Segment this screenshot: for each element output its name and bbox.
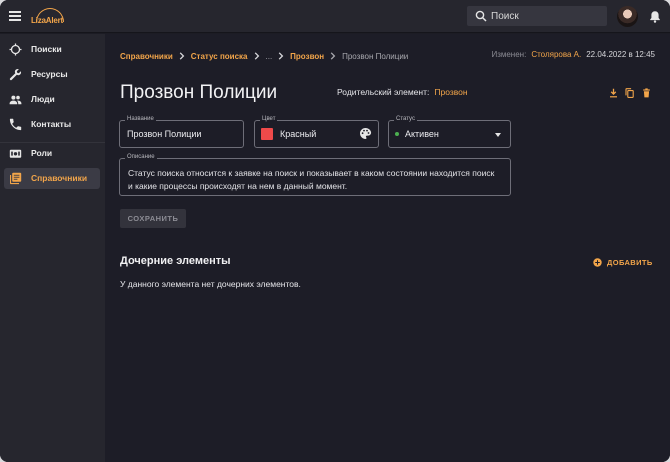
sidebar-item-label: Контакты: [31, 119, 72, 129]
add-child-label: ДОБАВИТЬ: [607, 257, 653, 267]
delete-icon[interactable]: [642, 88, 651, 98]
search-icon: [475, 10, 487, 22]
change-info: Изменен: Столярова А. 22.04.2022 в 12:45: [491, 50, 655, 59]
status-select[interactable]: Статус Активен: [388, 116, 511, 148]
people-icon: [9, 95, 22, 105]
sidebar-item-searches[interactable]: Поиски: [4, 39, 100, 60]
description-text[interactable]: Статус поиска относится к заявке на поис…: [128, 167, 498, 193]
caret-down-icon[interactable]: [495, 133, 501, 137]
name-field-label: Название: [125, 116, 156, 122]
sidebar-item-label: Справочники: [31, 173, 88, 183]
color-swatch: [261, 128, 273, 140]
sidebar-item-roles[interactable]: Роли: [4, 143, 100, 164]
logo[interactable]: LizaAlert: [30, 6, 70, 28]
changed-by-link[interactable]: Столярова А.: [531, 50, 581, 59]
breadcrumb-current: Прозвон Полиции: [342, 51, 409, 61]
description-field-label: Описание: [125, 154, 157, 160]
breadcrumb-item[interactable]: Справочники: [120, 52, 173, 61]
breadcrumb-ellipsis[interactable]: ...: [266, 52, 273, 61]
sidebar-item-people[interactable]: Люди: [4, 89, 100, 110]
palette-icon[interactable]: [359, 127, 372, 140]
sidebar-item-dictionaries[interactable]: Справочники: [4, 168, 100, 189]
app-window: LizaAlert Поиски Ресурсы Люди Контакты: [0, 0, 670, 462]
status-dot: [395, 132, 399, 136]
sidebar-item-label: Роли: [31, 148, 53, 158]
breadcrumb: Справочники Статус поиска ... Прозвон Пр…: [120, 50, 408, 62]
avatar[interactable]: [617, 6, 638, 27]
breadcrumb-item[interactable]: Прозвон: [290, 52, 324, 61]
sidebar: Поиски Ресурсы Люди Контакты Роли Справо…: [0, 34, 105, 462]
sidebar-item-contacts[interactable]: Контакты: [4, 114, 100, 135]
color-field-label: Цвет: [260, 116, 278, 122]
add-child-button[interactable]: ДОБАВИТЬ: [593, 256, 653, 268]
sidebar-item-label: Ресурсы: [31, 69, 68, 79]
library-icon: [10, 172, 22, 185]
bell-icon[interactable]: [649, 10, 661, 23]
status-field-value: Активен: [405, 129, 439, 139]
name-field-value[interactable]: Прозвон Полиции: [127, 129, 201, 139]
status-field-label: Статус: [394, 116, 417, 122]
top-bar: LizaAlert: [0, 0, 670, 33]
children-empty-text: У данного элемента нет дочерних элементо…: [120, 279, 301, 289]
copy-icon[interactable]: [625, 88, 634, 98]
menu-icon[interactable]: [9, 11, 21, 21]
color-field-value: Красный: [280, 129, 317, 139]
phone-icon: [9, 118, 22, 131]
search-box[interactable]: [467, 6, 607, 26]
badge-icon: [9, 149, 22, 158]
page-title: Прозвон Полиции: [120, 82, 278, 103]
sidebar-item-label: Люди: [31, 94, 55, 104]
save-button[interactable]: СОХРАНИТЬ: [120, 209, 186, 228]
search-input[interactable]: [491, 8, 601, 24]
changed-at: 22.04.2022 в 12:45: [586, 50, 655, 59]
parent-label: Родительский элемент:: [337, 87, 430, 97]
sidebar-item-label: Поиски: [31, 44, 62, 54]
parent-element: Родительский элемент: Прозвон: [337, 87, 468, 97]
chevron-right-icon: [330, 52, 336, 60]
color-field[interactable]: Цвет Красный: [254, 116, 379, 148]
chevron-right-icon: [254, 52, 259, 60]
download-icon[interactable]: [609, 88, 618, 98]
children-title: Дочерние элементы: [120, 255, 231, 267]
crosshair-icon: [9, 43, 22, 56]
parent-link[interactable]: Прозвон: [434, 87, 467, 97]
logo-text: LizaAlert: [31, 16, 63, 25]
changed-label: Изменен:: [491, 50, 527, 59]
breadcrumb-item[interactable]: Статус поиска: [191, 52, 248, 61]
sidebar-item-resources[interactable]: Ресурсы: [4, 64, 100, 85]
page-actions: [609, 88, 651, 98]
chevron-right-icon: [278, 52, 284, 60]
wrench-icon: [9, 68, 22, 81]
add-circle-icon: [593, 257, 602, 267]
chevron-right-icon: [179, 52, 185, 60]
description-field[interactable]: Описание Статус поиска относится к заявк…: [119, 154, 511, 196]
main-content: Справочники Статус поиска ... Прозвон Пр…: [105, 34, 670, 462]
name-field[interactable]: Название Прозвон Полиции: [119, 116, 244, 148]
